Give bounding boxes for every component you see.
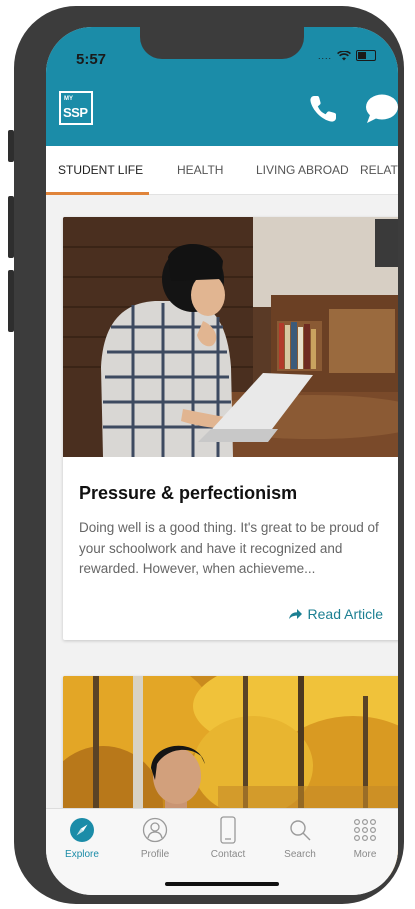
nav-contact[interactable]: Contact [198,815,258,860]
signal-icon: .... [317,50,332,61]
logo-main-text: SSP [63,105,88,120]
nav-search-label: Search [284,849,316,860]
compass-icon [70,818,94,842]
nav-explore[interactable]: Explore [52,815,112,860]
phone-device-icon [220,816,236,844]
home-indicator[interactable] [165,882,279,886]
tab-student-life[interactable]: STUDENT LIFE [58,146,143,194]
read-article-label: Read Article [307,606,383,622]
nav-explore-label: Explore [65,849,99,860]
status-icons: .... [318,50,376,61]
device-notch [140,27,304,59]
nav-more-label: More [353,849,377,860]
tab-health[interactable]: HEALTH [177,146,223,194]
profile-icon [142,817,168,843]
app-screen: 5:57 .... MY SSP STUDENT LIFE HEALTH LIV… [46,27,398,895]
logo-small-text: MY [64,96,73,102]
article-card[interactable]: Pressure & perfectionism Doing well is a… [63,217,398,640]
share-arrow-icon [288,609,302,619]
active-tab-indicator [46,192,149,195]
tab-relation[interactable]: RELATION [360,146,398,194]
phone-frame: 5:57 .... MY SSP STUDENT LIFE HEALTH LIV… [8,6,404,904]
wifi-icon [337,50,351,60]
myssp-logo[interactable]: MY SSP [59,91,93,125]
nav-more[interactable]: More [335,815,395,860]
category-tabs: STUDENT LIFE HEALTH LIVING ABROAD RELATI… [46,146,398,195]
nav-profile-label: Profile [140,849,170,860]
chat-bubble-icon[interactable] [364,93,398,125]
search-icon [290,820,311,841]
nav-profile[interactable]: Profile [125,815,185,860]
article-photo [63,217,398,457]
article-title[interactable]: Pressure & perfectionism [79,483,297,504]
grid-dots-icon [353,818,377,842]
battery-icon [356,50,376,61]
volume-down-button [8,270,14,332]
nav-contact-label: Contact [210,849,246,860]
mute-switch [8,130,14,162]
status-time: 5:57 [76,51,107,68]
volume-up-button [8,196,14,258]
nav-search[interactable]: Search [270,815,330,860]
phone-icon[interactable] [307,93,339,125]
read-article-link[interactable]: Read Article [288,606,383,622]
article-excerpt: Doing well is a good thing. It's great t… [79,520,379,576]
tab-living-abroad[interactable]: LIVING ABROAD [256,146,349,194]
